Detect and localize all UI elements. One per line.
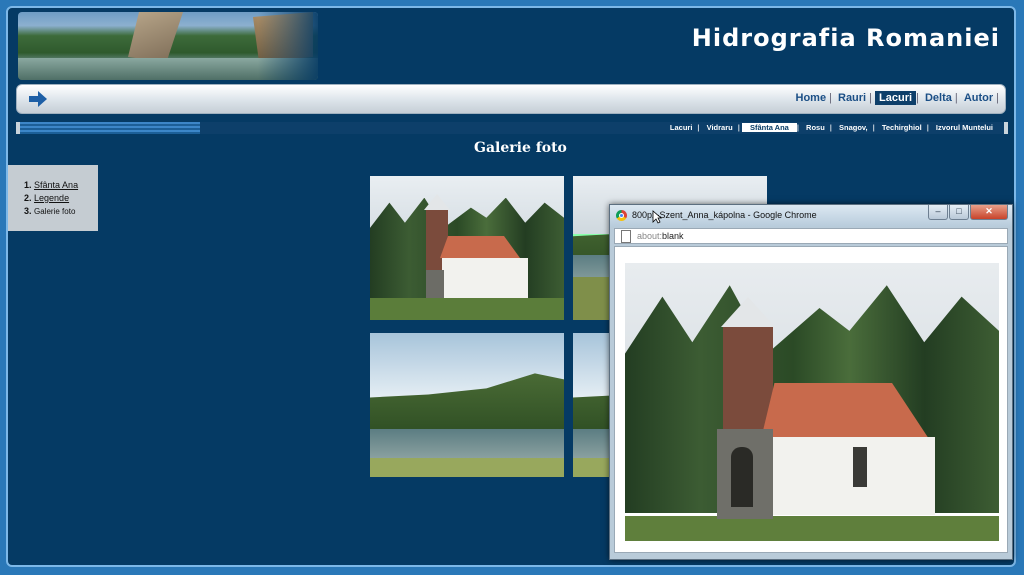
subnav-stripes: [20, 122, 200, 134]
subnav-links: Lacuri | Vidraru | Sfânta Ana | Rosu | Snago…: [665, 122, 998, 134]
nav-delta[interactable]: Delta: [922, 92, 955, 104]
address-path: blank: [662, 231, 684, 241]
maximize-button[interactable]: □: [949, 205, 969, 220]
sub-navbar: Lacuri | Vidraru | Sfânta Ana | Rosu | Snago…: [16, 122, 1008, 134]
window-controls: – □ ✕: [927, 205, 1008, 221]
subnav-lacuri[interactable]: Lacuri: [665, 123, 698, 132]
subnav-techirghiol[interactable]: Techirghiol: [877, 123, 927, 132]
link-sfanta-ana[interactable]: Sfânta Ana: [34, 180, 78, 190]
nav-lacuri[interactable]: Lacuri: [875, 91, 917, 105]
subnav-vidraru[interactable]: Vidraru: [702, 123, 738, 132]
header-banner-image: [18, 12, 318, 80]
page-title: Galerie foto: [474, 140, 567, 156]
subnav-sfanta-ana[interactable]: Sfânta Ana: [741, 123, 797, 132]
address-scheme: about:: [637, 231, 663, 241]
subnav-izvorul-muntelui[interactable]: Izvorul Muntelui: [931, 123, 998, 132]
popup-titlebar[interactable]: 800px-Szent_Anna_kápolna - Google Chrome…: [610, 205, 1012, 227]
nav-links: Home | Rauri | Lacuri | Delta | Autor |: [793, 91, 999, 105]
mouse-cursor-icon: [652, 210, 662, 224]
nav-autor[interactable]: Autor: [961, 92, 996, 104]
side-menu-item: 2. Legende: [24, 193, 70, 203]
site-title: Hidrografia Romaniei: [691, 24, 1000, 52]
nav-home[interactable]: Home: [793, 92, 830, 104]
gallery-photo-chapel[interactable]: [370, 176, 564, 320]
popup-content: [614, 246, 1008, 553]
current-page-label: Galerie foto: [34, 207, 76, 216]
arrow-right-icon[interactable]: [27, 90, 49, 108]
chapel-photo-large: [625, 263, 999, 541]
link-legende[interactable]: Legende: [34, 193, 69, 203]
nav-rauri[interactable]: Rauri: [835, 92, 869, 104]
side-menu-item: 1. Sfânta Ana: [24, 180, 79, 190]
browser-popup-window[interactable]: 800px-Szent_Anna_kápolna - Google Chrome…: [609, 204, 1013, 560]
gallery-photo-lake-beach[interactable]: [370, 333, 564, 477]
address-bar[interactable]: about:blank: [614, 228, 1008, 244]
close-button[interactable]: ✕: [970, 205, 1008, 220]
side-menu-item: 3. Galerie foto: [24, 206, 76, 216]
subnav-snagov[interactable]: Snagov,: [834, 123, 873, 132]
main-navbar: Home | Rauri | Lacuri | Delta | Autor |: [16, 84, 1006, 114]
chrome-icon: [616, 210, 627, 221]
side-menu: 1. Sfânta Ana 2. Legende 3. Galerie foto: [8, 165, 98, 231]
page-icon: [621, 230, 631, 243]
minimize-button[interactable]: –: [928, 205, 948, 220]
subnav-rosu[interactable]: Rosu: [801, 123, 830, 132]
